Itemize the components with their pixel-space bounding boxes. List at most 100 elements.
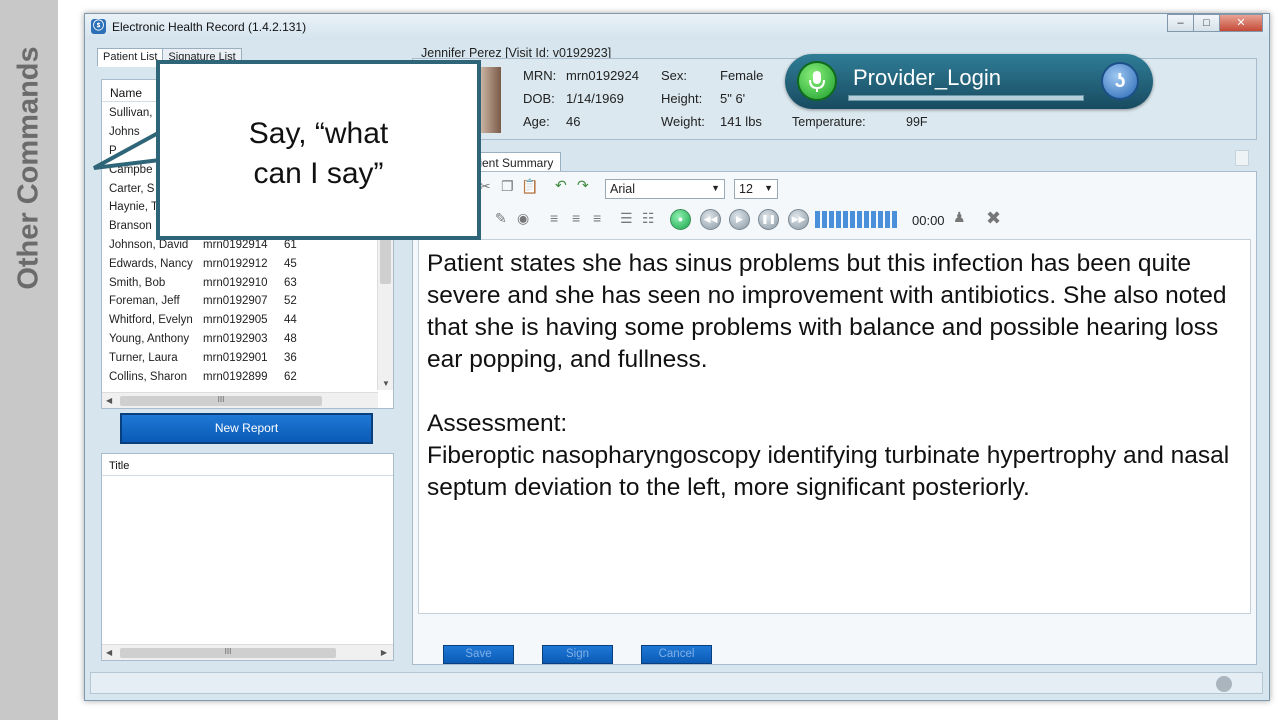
undo-icon[interactable]: ↶ (555, 177, 567, 194)
note-text-area[interactable]: Patient states she has sinus problems bu… (418, 239, 1251, 614)
status-bar (90, 672, 1263, 694)
tab-patient-list[interactable]: Patient List (97, 48, 164, 67)
scroll-left-arrow-icon[interactable]: ◀ (106, 396, 112, 405)
cell-name: Smith, Bob (109, 276, 166, 289)
save-button[interactable]: Save (443, 645, 514, 664)
microphone-button[interactable] (797, 61, 837, 101)
cell-name: Turner, Laura (109, 351, 178, 364)
cell-age: 44 (284, 314, 297, 327)
dragon-logo-icon[interactable]: ʖ (1101, 62, 1139, 100)
new-report-button[interactable]: New Report (120, 413, 373, 444)
table-row[interactable]: Collins, Sharon mrn0192899 62 (102, 367, 378, 386)
clear-x-icon[interactable]: ✖ (986, 208, 1001, 229)
column-header-title[interactable]: Title (102, 454, 393, 476)
cell-name: Collins, Sharon (109, 370, 187, 383)
level-segment (829, 211, 834, 228)
highlighter-icon[interactable]: ✎ (495, 210, 507, 227)
speech-bubble-text: Say, “what can I say” (160, 114, 477, 194)
horizontal-scrollbar[interactable]: ◀ III (102, 392, 378, 408)
rewind-button[interactable]: ◀◀ (700, 209, 721, 230)
editor-tabs: tient Summary (468, 152, 562, 172)
cell-mrn: mrn0192901 (203, 351, 268, 364)
sign-button[interactable]: Sign (542, 645, 613, 664)
close-button[interactable]: ✕ (1219, 14, 1263, 32)
level-segment (850, 211, 855, 228)
window-title: Electronic Health Record (1.4.2.131) (112, 20, 307, 34)
note-paragraph-assessment: Fiberoptic nasopharyngoscopy identifying… (427, 442, 1230, 501)
font-family-value: Arial (610, 182, 636, 196)
record-button[interactable]: ● (670, 209, 691, 230)
cell-age: 45 (284, 257, 297, 270)
sex-label: Sex: (661, 68, 688, 83)
cell-mrn: mrn0192914 (203, 238, 268, 251)
cell-name: Johnson, David (109, 238, 189, 251)
cell-mrn: mrn0192907 (203, 295, 268, 308)
cell-name: Young, Anthony (109, 332, 190, 345)
dictation-bar[interactable]: Provider_Login ʖ (785, 54, 1153, 109)
note-paragraph-assessment-heading: Assessment: (427, 410, 568, 437)
fast-forward-icon: ▶▶ (791, 214, 806, 224)
play-icon: ▶ (736, 214, 743, 224)
tab-patient-summary[interactable]: tient Summary (468, 152, 562, 172)
scroll-down-arrow-icon[interactable]: ▼ (382, 379, 390, 388)
level-segment (871, 211, 876, 228)
side-strip: Other Commands (0, 0, 58, 720)
scroll-right-arrow-icon[interactable]: ▶ (381, 648, 387, 657)
cell-age: 62 (284, 370, 297, 383)
level-segment (843, 211, 848, 228)
age-value: 46 (566, 114, 581, 129)
redo-icon[interactable]: ↷ (577, 177, 589, 194)
minimize-button[interactable]: – (1167, 14, 1194, 32)
speech-bubble-tail (93, 130, 164, 170)
bullet-list-icon[interactable]: ☰ (620, 210, 633, 227)
gear-icon[interactable] (1216, 676, 1232, 692)
align-center-icon[interactable]: ≡ (572, 210, 580, 226)
audio-level-meter (815, 211, 903, 228)
color-palette-icon[interactable]: ◉ (517, 210, 529, 227)
formatting-toolbar: ✂ ❐ 📋 ↶ ↷ Arial ▼ 12 ▼ (413, 172, 1256, 202)
dictation-toolbar: ✎ ◉ ≡ ≡ ≡ ☰ ☷ ● ◀◀ ▶ ❚❚ ▶▶ 00:00 ♟ ✖ (413, 204, 1256, 234)
table-row[interactable]: Young, Anthony mrn0192903 48 (102, 330, 378, 349)
level-segment (878, 211, 883, 228)
align-right-icon[interactable]: ≡ (593, 210, 601, 226)
weight-label: Weight: (661, 114, 705, 129)
table-row[interactable]: Smith, Bob mrn0192910 63 (102, 273, 378, 292)
table-row[interactable]: Turner, Laura mrn0192901 36 (102, 348, 378, 367)
level-segment (892, 211, 897, 228)
title-bar[interactable]: ⓢ Electronic Health Record (1.4.2.131) –… (85, 14, 1269, 40)
document-icon[interactable] (1235, 150, 1249, 166)
font-family-select[interactable]: Arial ▼ (605, 179, 725, 199)
table-row[interactable]: Edwards, Nancy mrn0192912 45 (102, 254, 378, 273)
font-size-select[interactable]: 12 ▼ (734, 179, 778, 199)
cell-mrn: mrn0192903 (203, 332, 268, 345)
copy-icon[interactable]: ❐ (501, 178, 514, 195)
font-size-value: 12 (739, 182, 753, 196)
pause-button[interactable]: ❚❚ (758, 209, 779, 230)
align-left-icon[interactable]: ≡ (550, 210, 558, 226)
report-title-list: Title ◀ III ▶ (101, 453, 394, 661)
cancel-button[interactable]: Cancel (641, 645, 712, 664)
height-value: 5" 6' (720, 91, 746, 106)
maximize-button[interactable]: □ (1193, 14, 1220, 32)
fast-forward-button[interactable]: ▶▶ (788, 209, 809, 230)
numbered-list-icon[interactable]: ☷ (642, 210, 655, 227)
paste-icon[interactable]: 📋 (521, 178, 538, 195)
speaker-icon[interactable]: ♟ (953, 209, 966, 226)
dob-label: DOB: (523, 91, 555, 106)
dictation-profile-label: Provider_Login (853, 65, 1001, 90)
cell-mrn: mrn0192905 (203, 314, 268, 327)
title-list-horizontal-scrollbar[interactable]: ◀ III ▶ (102, 644, 393, 660)
age-label: Age: (523, 114, 550, 129)
horizontal-scroll-thumb[interactable]: III (120, 396, 322, 406)
table-row[interactable]: Foreman, Jeff mrn0192907 52 (102, 292, 378, 311)
scroll-left-arrow-icon[interactable]: ◀ (106, 648, 112, 657)
play-button[interactable]: ▶ (729, 209, 750, 230)
title-list-scroll-thumb[interactable]: III (120, 648, 336, 658)
mrn-label: MRN: (523, 68, 557, 83)
speech-bubble-line-1: Say, “what (248, 117, 389, 150)
dictation-volume-meter (848, 95, 1084, 101)
table-row[interactable]: Whitford, Evelyn mrn0192905 44 (102, 311, 378, 330)
cell-mrn: mrn0192910 (203, 276, 268, 289)
playback-time: 00:00 (912, 213, 945, 228)
cell-name: Edwards, Nancy (109, 257, 193, 270)
